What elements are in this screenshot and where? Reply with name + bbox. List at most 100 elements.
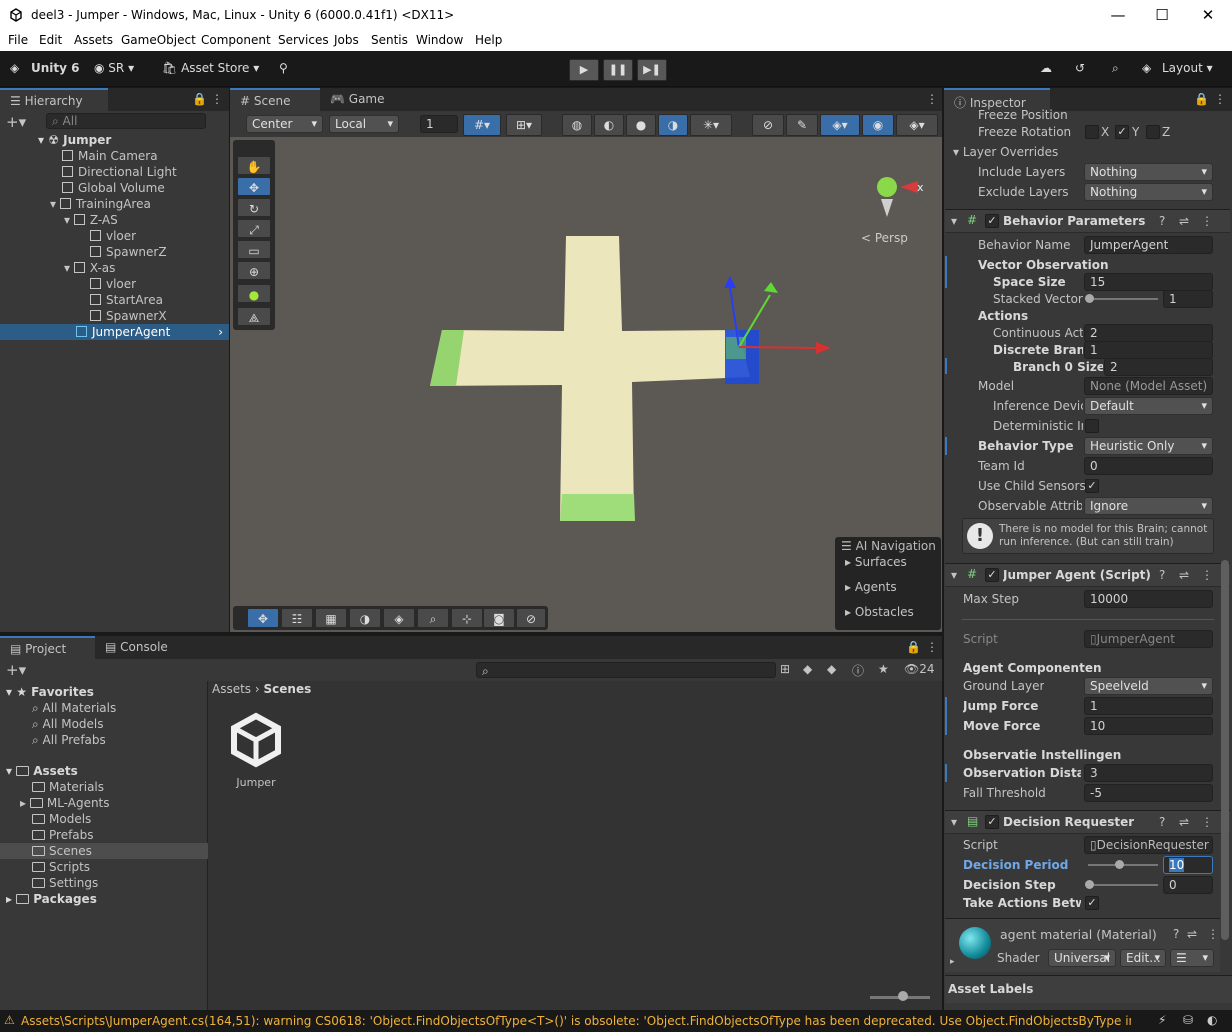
folder-materials[interactable]: Materials — [32, 779, 104, 795]
lock-icon[interactable]: 🔒 — [192, 92, 207, 106]
team-id-input[interactable]: 0 — [1084, 457, 1213, 475]
stacked-vectors-input[interactable]: 1 — [1163, 290, 1213, 308]
debug-icon[interactable]: ✳▾ — [690, 114, 732, 136]
tab-hierarchy[interactable]: ☰ Hierarchy — [0, 88, 108, 111]
assets-header[interactable]: ▾ Assets — [6, 763, 78, 779]
lock-icon[interactable]: 🔒 — [1194, 92, 1209, 106]
menu-services[interactable]: Services — [278, 33, 329, 47]
asset-labels-section[interactable]: Asset Labels — [945, 975, 1232, 1003]
breadcrumb-root[interactable]: Assets — [212, 682, 251, 696]
hierarchy-item-x-as[interactable]: ▾ X-as — [64, 260, 115, 276]
draw-mode-icon[interactable]: ◍ — [562, 114, 592, 136]
hierarchy-item-global-volume[interactable]: Global Volume — [62, 180, 165, 196]
hierarchy-item-main-camera[interactable]: Main Camera — [62, 148, 158, 164]
account-dropdown[interactable]: ◉ SR ▾ — [94, 61, 134, 75]
scale-tool-icon[interactable]: ⤢ — [237, 219, 271, 238]
freeze-rotation-z-checkbox[interactable] — [1146, 125, 1160, 139]
add-icon[interactable]: +▾ — [6, 661, 26, 679]
console-last-message[interactable]: Assets\Scripts\JumperAgent.cs(164,51): w… — [21, 1014, 1131, 1028]
move-tool-icon[interactable]: ✥ — [237, 177, 271, 196]
increment-snap-button[interactable]: ⊞▾ — [506, 114, 542, 136]
fall-threshold-input[interactable]: -5 — [1084, 784, 1213, 802]
folder-scripts[interactable]: Scripts — [32, 859, 90, 875]
tab-scene[interactable]: # Scene — [230, 88, 320, 111]
chevron-right-icon[interactable]: › — [218, 324, 223, 340]
overlay-pivot-icon[interactable]: ⊹ — [451, 608, 483, 628]
lighting-icon[interactable]: ✎ — [786, 114, 818, 136]
close-button[interactable]: ✕ — [1186, 2, 1230, 29]
asset-item-jumper-scene[interactable]: Jumper — [226, 712, 286, 792]
cache-icon[interactable]: ⛁ — [1183, 1013, 1193, 1027]
lock-icon[interactable]: 🔒 — [906, 640, 921, 654]
stacked-vectors-slider[interactable] — [1088, 298, 1158, 300]
preset-icon[interactable]: ⇌ — [1187, 927, 1197, 941]
overlay-grid-icon[interactable]: ▦ — [315, 608, 347, 628]
decision-period-slider-handle[interactable] — [1115, 860, 1124, 869]
play-button[interactable]: ▶ — [569, 59, 599, 81]
help-icon[interactable]: ? — [1173, 927, 1179, 941]
pivot-dropdown[interactable]: Center — [246, 115, 323, 133]
shader-options-button[interactable]: ☰ — [1170, 949, 1214, 967]
menu-gameobject[interactable]: GameObject — [121, 33, 196, 47]
foldout-arrow-icon[interactable]: ▾ — [951, 815, 957, 829]
menu-window[interactable]: Window — [416, 33, 463, 47]
more-icon[interactable]: ⋮ — [926, 92, 938, 106]
shaded-icon[interactable]: ● — [626, 114, 656, 136]
more-icon[interactable]: ⋮ — [1201, 214, 1213, 228]
hierarchy-item-spawnerx[interactable]: SpawnerX — [90, 308, 167, 324]
tab-game[interactable]: 🎮 Game — [320, 88, 400, 111]
gizmos-icon[interactable]: ◈▾ — [896, 114, 938, 136]
overlay-camera-icon[interactable]: ◙ — [483, 608, 515, 628]
jump-force-input[interactable]: 1 — [1084, 697, 1213, 715]
wireframe-icon[interactable]: ◐ — [594, 114, 624, 136]
tab-project[interactable]: ▤ Project — [0, 636, 95, 659]
shader-edit-button[interactable]: Edit... — [1120, 949, 1166, 967]
layers-icon[interactable]: ◈ — [1142, 61, 1151, 75]
move-force-input[interactable]: 10 — [1084, 717, 1213, 735]
debug-mode-icon[interactable]: ⚡ — [1158, 1013, 1166, 1027]
folder-settings[interactable]: Settings — [32, 875, 98, 891]
more-icon[interactable]: ⋮ — [926, 640, 938, 654]
stacked-vectors-slider-handle[interactable] — [1085, 294, 1094, 303]
more-icon[interactable]: ⋮ — [211, 92, 223, 106]
packages-header[interactable]: ▸ Packages — [6, 891, 97, 907]
branch-0-size-input[interactable]: 2 — [1104, 358, 1213, 376]
shader-dropdown[interactable]: Universal — [1048, 949, 1116, 967]
jumper-agent-header[interactable]: ▾ # ✓ Jumper Agent (Script) ? ⇌ ⋮ — [945, 563, 1230, 587]
overlay-compass-icon[interactable]: ⊘ — [516, 608, 546, 628]
behavior-type-dropdown[interactable]: Heuristic Only — [1084, 437, 1213, 455]
asset-store-dropdown[interactable]: 🛍 Asset Store ▾ — [162, 61, 259, 75]
hierarchy-item-jumperagent[interactable]: JumperAgent › — [0, 324, 229, 340]
freeze-rotation-y-checkbox[interactable]: ✓ — [1115, 125, 1129, 139]
use-child-sensors-checkbox[interactable]: ✓ — [1085, 479, 1099, 493]
hierarchy-item-z-as[interactable]: ▾ Z-AS — [64, 212, 118, 228]
folder-prefabs[interactable]: Prefabs — [32, 827, 94, 843]
breadcrumb-current[interactable]: Scenes — [264, 682, 312, 696]
help-icon[interactable]: ? — [1159, 815, 1165, 829]
help-icon[interactable]: ? — [1159, 214, 1165, 228]
hierarchy-item-spawnerz[interactable]: SpawnerZ — [90, 244, 167, 260]
more-icon[interactable]: ⋮ — [1201, 568, 1213, 582]
overlay-settings-icon[interactable]: ☷ — [281, 608, 313, 628]
overlay-shading-icon[interactable]: ◑ — [349, 608, 381, 628]
observable-attribute-dropdown[interactable]: Ignore — [1084, 497, 1213, 515]
include-layers-dropdown[interactable]: Nothing — [1084, 163, 1213, 181]
observation-distance-input[interactable]: 3 — [1084, 764, 1213, 782]
hierarchy-item-vloer-z[interactable]: vloer — [90, 228, 136, 244]
menu-sentis[interactable]: Sentis — [371, 33, 408, 47]
hierarchy-item-vloer-x[interactable]: vloer — [90, 276, 136, 292]
decision-requester-header[interactable]: ▾ ▤ ✓ Decision Requester ? ⇌ ⋮ — [945, 810, 1230, 834]
menu-assets[interactable]: Assets — [74, 33, 113, 47]
preset-icon[interactable]: ⇌ — [1179, 214, 1189, 228]
filter-icon[interactable]: ◆ — [803, 662, 812, 676]
inference-device-dropdown[interactable]: Default — [1084, 397, 1213, 415]
layer-overrides-foldout[interactable]: ▾ Layer Overrides — [953, 145, 1058, 159]
cloud-icon[interactable]: ☁ — [1040, 61, 1052, 75]
grid-snap-button[interactable]: #▾ — [463, 114, 501, 136]
visibility-icon[interactable]: ◉ — [862, 114, 894, 136]
snap-increment-input[interactable]: 1 — [420, 115, 458, 133]
help-icon[interactable]: ? — [1159, 568, 1165, 582]
overlay-layers-icon[interactable]: ◈ — [383, 608, 415, 628]
more-icon[interactable]: ⋮ — [1201, 815, 1213, 829]
inspector-scrollbar[interactable] — [1221, 560, 1229, 940]
